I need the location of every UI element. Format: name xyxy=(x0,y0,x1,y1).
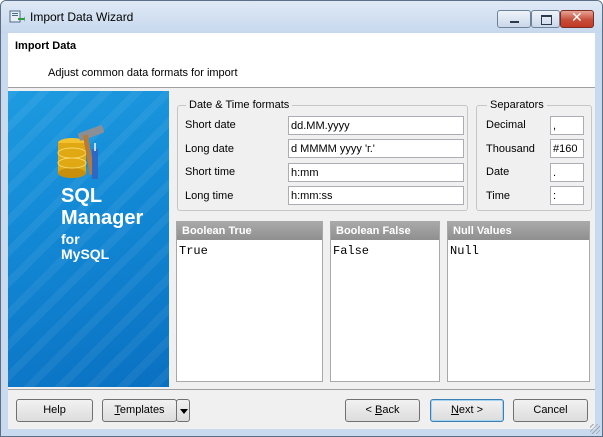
page-subtitle: Adjust common data formats for import xyxy=(48,67,238,79)
datetime-group-title: Date & Time formats xyxy=(186,99,293,111)
templates-dropdown-button[interactable] xyxy=(176,399,190,422)
boolean-true-panel: Boolean True True xyxy=(176,221,323,382)
help-button[interactable]: Help xyxy=(16,399,93,422)
boolean-true-header: Boolean True xyxy=(177,222,322,240)
short-time-input[interactable] xyxy=(288,163,464,182)
long-time-input[interactable] xyxy=(288,186,464,205)
next-accel: N xyxy=(450,404,459,416)
chevron-down-icon xyxy=(180,409,188,414)
null-values-memo[interactable]: Null xyxy=(450,244,479,258)
help-label: Help xyxy=(43,404,66,416)
minimize-button[interactable] xyxy=(497,10,531,28)
null-values-header: Null Values xyxy=(448,222,589,240)
back-button[interactable]: < Back xyxy=(345,399,420,422)
next-button[interactable]: Next > xyxy=(430,399,504,422)
maximize-icon xyxy=(541,15,552,25)
product-banner: SQL Manager for MySQL xyxy=(8,91,169,387)
date-separator-input[interactable] xyxy=(550,163,584,182)
wizard-header: Import Data Adjust common data formats f… xyxy=(8,33,595,88)
decimal-label: Decimal xyxy=(486,119,526,131)
boolean-false-header: Boolean False xyxy=(331,222,439,240)
null-values-panel: Null Values Null xyxy=(447,221,590,382)
templates-button[interactable]: Templates xyxy=(102,399,177,422)
boolean-true-memo[interactable]: True xyxy=(179,244,208,258)
thousand-input[interactable] xyxy=(550,139,584,158)
import-data-wizard-window: Import Data Wizard ✕ Import Data Adjust … xyxy=(0,0,603,437)
boolean-false-panel: Boolean False False xyxy=(330,221,440,382)
title-bar[interactable]: Import Data Wizard ✕ xyxy=(1,1,602,33)
close-icon: ✕ xyxy=(571,10,583,26)
time-separator-input[interactable] xyxy=(550,186,584,205)
short-time-label: Short time xyxy=(185,166,236,178)
footer-divider xyxy=(8,389,595,390)
page-title: Import Data xyxy=(15,40,77,52)
minimize-icon xyxy=(510,21,519,23)
back-label: ack xyxy=(382,404,400,416)
cancel-label: Cancel xyxy=(533,404,568,416)
date-separator-label: Date xyxy=(486,166,510,178)
boolean-false-memo[interactable]: False xyxy=(333,244,369,258)
thousand-label: Thousand xyxy=(486,143,535,155)
separators-group: Separators Decimal Thousand Date Time xyxy=(476,99,592,211)
long-date-input[interactable] xyxy=(288,139,464,158)
next-label: ext > xyxy=(458,404,484,416)
long-date-label: Long date xyxy=(185,143,234,155)
decimal-input[interactable] xyxy=(550,116,584,135)
maximize-button[interactable] xyxy=(531,10,560,28)
separators-group-title: Separators xyxy=(487,99,547,111)
banner-line-for: for xyxy=(61,231,80,247)
banner-line-mysql: MySQL xyxy=(61,246,110,262)
short-date-input[interactable] xyxy=(288,116,464,135)
window-title: Import Data Wizard xyxy=(30,10,134,24)
time-separator-label: Time xyxy=(486,190,511,202)
banner-line-sql: SQL xyxy=(61,185,103,207)
close-button[interactable]: ✕ xyxy=(560,10,594,28)
resize-grip[interactable] xyxy=(590,424,600,434)
import-wizard-icon xyxy=(9,10,25,23)
wizard-content: Import Data Adjust common data formats f… xyxy=(8,33,595,429)
templates-label: emplates xyxy=(119,404,165,416)
datetime-formats-group: Date & Time formats Short date Long date… xyxy=(177,99,468,211)
cancel-button[interactable]: Cancel xyxy=(513,399,588,422)
back-lt: < xyxy=(365,404,375,416)
short-date-label: Short date xyxy=(185,119,236,131)
banner-line-manager: Manager xyxy=(61,207,144,229)
database-tools-icon xyxy=(57,125,105,179)
long-time-label: Long time xyxy=(185,190,234,202)
